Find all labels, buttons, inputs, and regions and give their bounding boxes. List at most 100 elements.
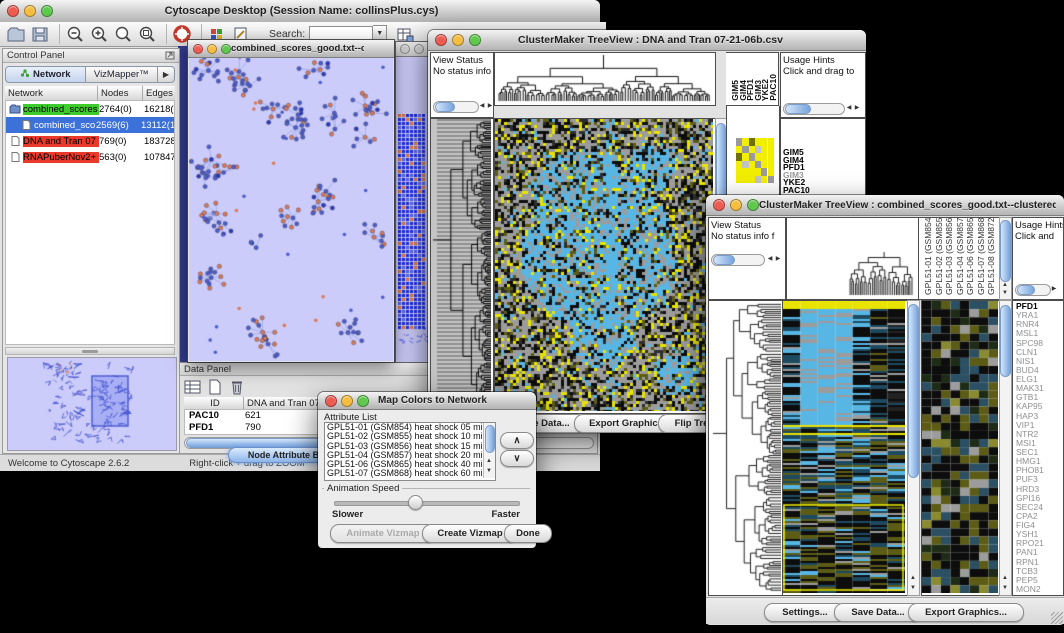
animation-speed-slider-thumb[interactable] — [408, 495, 423, 510]
tab-vizmapper[interactable]: VizMapper™ — [86, 66, 158, 83]
tv2-gene-scroll-thumb[interactable] — [1000, 305, 1011, 377]
gene-label[interactable]: MON2 — [1016, 585, 1044, 594]
animate-vizmap-button[interactable]: Animate Vizmap — [330, 524, 436, 543]
network-list-row[interactable]: combined_sco2569(6)13112(15) — [6, 117, 174, 133]
grid-network-canvas[interactable] — [398, 114, 428, 346]
minimize-button[interactable] — [24, 5, 36, 17]
zoom-selected-icon[interactable] — [137, 25, 157, 44]
search-options-icon[interactable] — [395, 25, 415, 44]
network-overview-canvas[interactable] — [8, 358, 174, 448]
scroll-down-arrow[interactable]: ▼ — [484, 466, 494, 476]
tv2-collabel-vscrollbar[interactable]: ▲ ▼ — [999, 217, 1012, 300]
col-header-network[interactable]: Network — [5, 86, 98, 100]
scroll-right-arrow[interactable]: ▶ — [1049, 284, 1059, 294]
tv2-gene-vscrollbar[interactable]: ▲ ▼ — [999, 300, 1012, 596]
close-button[interactable] — [435, 34, 447, 46]
zoom-button[interactable] — [469, 34, 481, 46]
tab-network[interactable]: Network — [5, 66, 86, 83]
zoom-button[interactable] — [41, 5, 53, 17]
tv2-button-export-graphics[interactable]: Export Graphics... — [908, 603, 1024, 622]
scroll-right-arrow[interactable]: ▶ — [773, 254, 783, 264]
tv1-gene-dendrogram[interactable] — [431, 119, 491, 411]
tv2-gene-dendrogram[interactable] — [709, 301, 781, 593]
close-button[interactable] — [7, 5, 19, 17]
zoom-button[interactable] — [221, 44, 231, 54]
network-window-title-bar[interactable]: combined_scores_good.txt--cluste... — [188, 40, 394, 58]
attribute-list-item[interactable]: GPL51-07 (GSM868) heat shock 60 min — [325, 469, 495, 478]
tv2-column-label: GPL51-02 (GSM855) — [934, 217, 944, 295]
scroll-down-arrow[interactable]: ▼ — [908, 583, 918, 593]
network-list-row[interactable]: RNAPuberNov2+563(0)107847(0) — [6, 149, 174, 165]
tab-overflow-arrow[interactable]: ▶ — [158, 66, 175, 83]
close-button[interactable] — [325, 395, 337, 407]
minimize-button[interactable] — [452, 34, 464, 46]
tv2-vscroll-thumb[interactable] — [908, 304, 919, 478]
attribute-list-vscrollbar[interactable]: ▲ ▼ — [483, 423, 495, 478]
network-list-row[interactable]: DNA and Tran 07769(0)183728(0) — [6, 133, 174, 149]
document-icon — [20, 120, 32, 130]
move-attribute-up-button[interactable]: ∧ — [500, 432, 534, 449]
minimize-button[interactable] — [341, 395, 353, 407]
overview-divider[interactable] — [5, 347, 175, 355]
tv2-status-hscrollbar[interactable] — [711, 254, 765, 266]
save-icon[interactable] — [30, 25, 50, 44]
treeview1-title-bar[interactable]: ClusterMaker TreeView : DNA and Tran 07-… — [428, 30, 866, 51]
scroll-up-arrow[interactable]: ▲ — [484, 456, 494, 466]
tv2-usage-hscrollbar[interactable] — [1015, 284, 1051, 296]
scroll-up-arrow[interactable]: ▲ — [908, 573, 918, 583]
close-button[interactable] — [193, 44, 203, 54]
dialog-title-bar[interactable]: Map Colors to Network — [318, 392, 536, 410]
attribute-list-scroll-thumb[interactable] — [485, 425, 495, 453]
tv2-heatmap-canvas[interactable] — [783, 301, 905, 593]
tv1-heatmap-canvas[interactable] — [495, 119, 713, 411]
network-canvas[interactable] — [189, 58, 393, 361]
scroll-down-arrow[interactable]: ▼ — [1000, 583, 1010, 593]
network-overview-panel[interactable] — [7, 357, 177, 451]
resize-grip[interactable] — [1051, 612, 1063, 624]
animation-speed-slider-track[interactable] — [334, 501, 520, 506]
zoom-in-icon[interactable] — [89, 25, 109, 44]
minimize-button[interactable] — [414, 44, 424, 54]
tv2-column-labels-panel: GPL51-01 (GSM854)GPL51-02 (GSM855)GPL51-… — [918, 217, 1000, 300]
tv1-usage-hscrollbar[interactable] — [783, 103, 845, 115]
tv2-collabel-scroll-thumb[interactable] — [1000, 220, 1011, 282]
tv2-heatmap-vscrollbar[interactable]: ▲ ▼ — [907, 300, 920, 596]
tv1-vscroll-thumb[interactable] — [716, 123, 726, 203]
attribute-listbox[interactable]: GPL51-01 (GSM854) heat shock 05 minGPL51… — [324, 422, 496, 481]
matrix-cell[interactable] — [768, 161, 774, 169]
scroll-right-arrow[interactable]: ▶ — [485, 101, 494, 111]
scroll-up-arrow[interactable]: ▲ — [1000, 573, 1010, 583]
col-header-edges[interactable]: Edges — [143, 86, 175, 100]
done-button[interactable]: Done — [504, 524, 552, 543]
matrix-cell[interactable] — [768, 168, 774, 176]
tv1-zoom-matrix[interactable] — [736, 138, 774, 183]
move-attribute-down-button[interactable]: ∨ — [500, 450, 534, 467]
tv1-column-dendrogram[interactable] — [495, 53, 713, 103]
tv2-column-dendrogram[interactable] — [787, 218, 917, 297]
zoom-button[interactable] — [747, 199, 759, 211]
scroll-right-arrow[interactable]: ▶ — [852, 103, 862, 113]
close-button[interactable] — [713, 199, 725, 211]
tv1-status-hscrollbar[interactable] — [433, 101, 479, 113]
minimize-button[interactable] — [207, 44, 217, 54]
matrix-cell[interactable] — [768, 138, 774, 146]
close-button[interactable] — [400, 44, 410, 54]
main-title-bar[interactable]: Cytoscape Desktop (Session Name: collins… — [0, 0, 600, 23]
matrix-cell[interactable] — [768, 176, 774, 184]
tv2-zoom-heatmap-canvas[interactable] — [922, 301, 998, 593]
network-list-row[interactable]: combined_scores2764(0)16218(0) — [6, 101, 174, 117]
matrix-cell[interactable] — [768, 153, 774, 161]
float-panel-icon[interactable] — [165, 47, 175, 65]
tv1-view-status-text: No status info f — [431, 66, 493, 77]
data-col-id[interactable]: ID — [184, 397, 244, 409]
scroll-down-arrow[interactable]: ▼ — [1000, 288, 1010, 298]
tv2-usage-text: Click and — [1013, 231, 1063, 242]
zoom-fit-icon[interactable] — [113, 25, 133, 44]
treeview2-title-bar[interactable]: ClusterMaker TreeView : combined_scores_… — [706, 195, 1064, 216]
minimize-button[interactable] — [730, 199, 742, 211]
open-file-icon[interactable] — [6, 25, 26, 44]
zoom-out-icon[interactable] — [65, 25, 85, 44]
zoom-button[interactable] — [357, 395, 369, 407]
col-header-nodes[interactable]: Nodes — [98, 86, 143, 100]
matrix-cell[interactable] — [768, 146, 774, 154]
